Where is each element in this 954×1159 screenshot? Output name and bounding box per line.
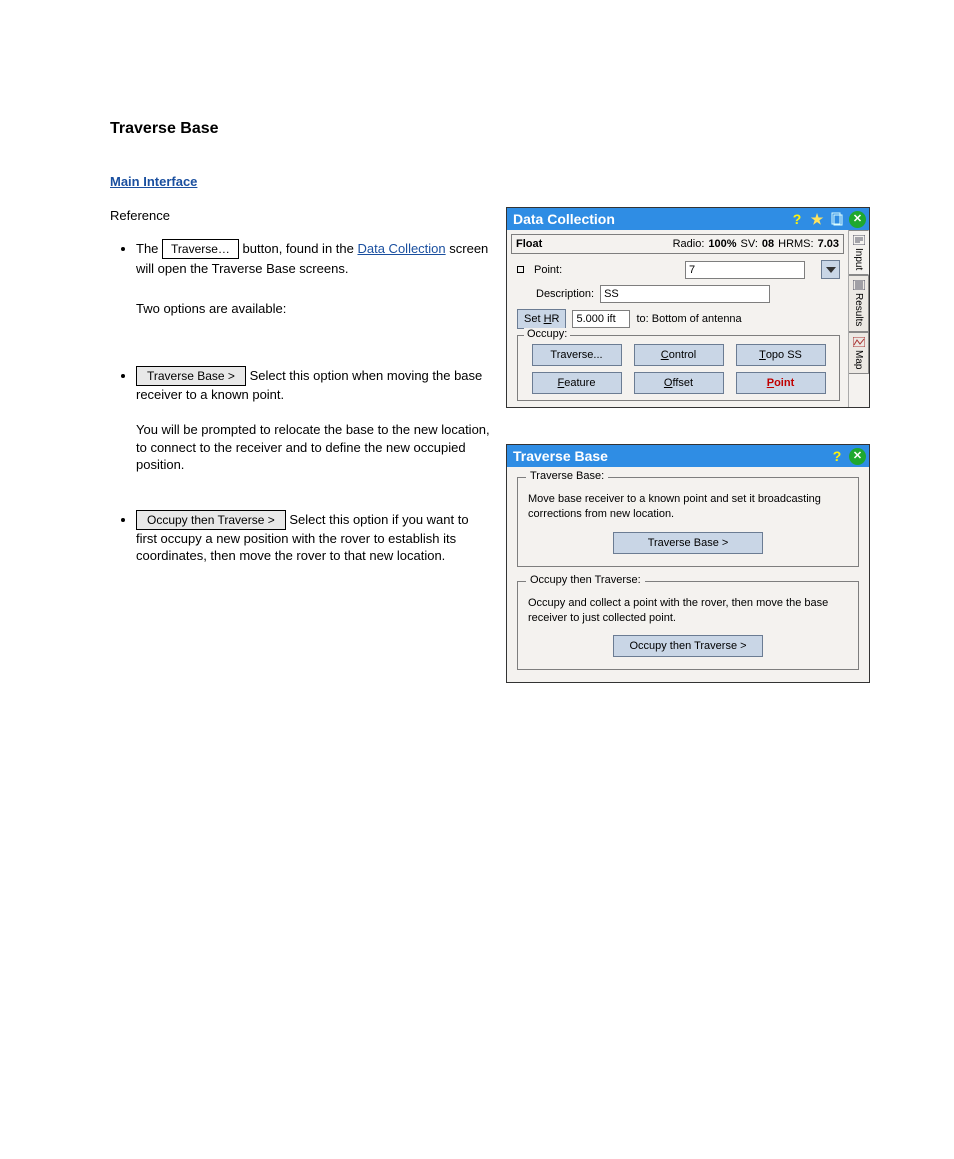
option-1-button-label: Traverse Base > bbox=[136, 366, 246, 386]
two-options-label: Two options are available: bbox=[110, 300, 490, 318]
occupy-then-traverse-desc: Occupy and collect a point with the rove… bbox=[528, 596, 848, 626]
status-sv: 08 bbox=[762, 238, 774, 250]
close-icon[interactable]: ✕ bbox=[849, 448, 866, 465]
traverse-base-legend: Traverse Base: bbox=[526, 470, 608, 482]
side-tabs: Input Results Map bbox=[848, 230, 869, 407]
status-mode: Float bbox=[516, 238, 542, 250]
results-tab-icon bbox=[853, 280, 865, 290]
status-sv-label: SV: bbox=[741, 238, 758, 250]
topo-ss-button[interactable]: Topo SS bbox=[736, 344, 826, 366]
occupy-then-traverse-legend: Occupy then Traverse: bbox=[526, 574, 645, 586]
reference-label: Reference bbox=[110, 207, 490, 225]
page-title: Traverse Base bbox=[110, 120, 874, 138]
data-collection-window: Data Collection ? ★ ✕ Float Radio: 100% … bbox=[506, 207, 870, 408]
occupy-group: Occupy: Traverse... Control Topo SS Feat… bbox=[517, 335, 840, 401]
hr-to-label: to: Bottom of antenna bbox=[636, 313, 741, 325]
status-bar: Float Radio: 100% SV: 08 HRMS: 7.03 bbox=[511, 234, 844, 254]
status-hrms-label: HRMS: bbox=[778, 238, 813, 250]
option-2: Occupy then Traverse > Select this optio… bbox=[136, 510, 490, 565]
section-heading: Main Interface bbox=[110, 174, 874, 189]
tb-title-text: Traverse Base bbox=[513, 448, 608, 464]
status-hrms: 7.03 bbox=[818, 238, 839, 250]
tab-input[interactable]: Input bbox=[849, 230, 869, 275]
point-input[interactable] bbox=[685, 261, 805, 279]
offset-button[interactable]: Offset bbox=[634, 372, 724, 394]
instructions-column: Reference The Traverse… button, found in… bbox=[110, 207, 490, 683]
point-dropdown-button[interactable] bbox=[821, 260, 840, 279]
data-collection-link[interactable]: Data Collection bbox=[357, 241, 445, 256]
help-icon[interactable]: ? bbox=[828, 447, 846, 465]
occupy-then-traverse-fieldset: Occupy then Traverse: Occupy and collect… bbox=[517, 581, 859, 671]
close-icon[interactable]: ✕ bbox=[849, 211, 866, 228]
status-radio: 100% bbox=[708, 238, 736, 250]
description-input[interactable] bbox=[600, 285, 770, 303]
status-radio-label: Radio: bbox=[673, 238, 705, 250]
traverse-inline-button: Traverse… bbox=[162, 239, 239, 259]
tab-map[interactable]: Map bbox=[849, 332, 869, 374]
dc-titlebar: Data Collection ? ★ ✕ bbox=[507, 208, 869, 230]
hr-value-input[interactable] bbox=[572, 310, 630, 328]
traverse-base-desc: Move base receiver to a known point and … bbox=[528, 492, 848, 522]
map-tab-icon bbox=[853, 337, 865, 347]
tb-titlebar: Traverse Base ? ✕ bbox=[507, 445, 869, 467]
clipboard-icon[interactable] bbox=[828, 210, 846, 228]
input-tab-icon bbox=[853, 235, 865, 245]
favorite-icon[interactable]: ★ bbox=[808, 210, 826, 228]
option-1: Traverse Base > Select this option when … bbox=[136, 366, 490, 474]
traverse-base-go-button[interactable]: Traverse Base > bbox=[613, 532, 763, 554]
control-button[interactable]: Control bbox=[634, 344, 724, 366]
chevron-down-icon bbox=[826, 267, 836, 273]
intro-line: The Traverse… button, found in the Data … bbox=[136, 239, 490, 281]
feature-button[interactable]: Feature bbox=[532, 372, 622, 394]
option-2-button-label: Occupy then Traverse > bbox=[136, 510, 286, 530]
occupy-then-traverse-go-button[interactable]: Occupy then Traverse > bbox=[613, 635, 763, 657]
traverse-base-window: Traverse Base ? ✕ Traverse Base: Move ba… bbox=[506, 444, 870, 683]
dc-title-text: Data Collection bbox=[513, 211, 615, 227]
traverse-button[interactable]: Traverse... bbox=[532, 344, 622, 366]
occupy-legend: Occupy: bbox=[524, 328, 570, 340]
point-bullet-icon bbox=[517, 266, 524, 273]
help-icon[interactable]: ? bbox=[788, 210, 806, 228]
description-label: Description: bbox=[536, 288, 594, 300]
traverse-base-fieldset: Traverse Base: Move base receiver to a k… bbox=[517, 477, 859, 567]
set-hr-button[interactable]: Set HR bbox=[517, 309, 566, 329]
point-button[interactable]: Point bbox=[736, 372, 826, 394]
tab-results[interactable]: Results bbox=[849, 275, 869, 331]
point-label: Point: bbox=[534, 264, 562, 276]
